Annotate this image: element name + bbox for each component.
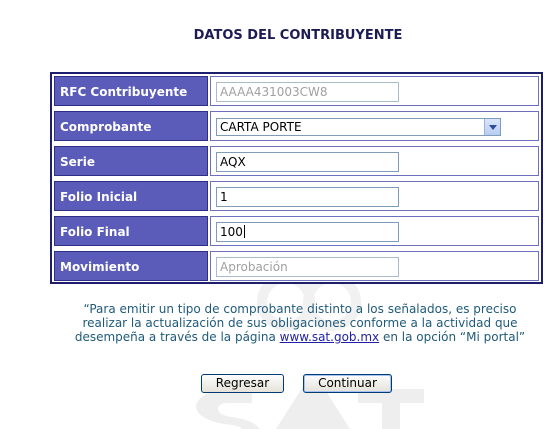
text-caret (243, 225, 245, 238)
rfc-field: AAAA431003CW8 (216, 82, 399, 102)
row-comprobante: Comprobante CARTA PORTE (52, 109, 541, 143)
movimiento-label: Movimiento (54, 251, 208, 281)
folio-inicial-label: Folio Inicial (54, 181, 208, 211)
folio-inicial-input[interactable]: 1 (216, 187, 399, 207)
comprobante-selected-value: CARTA PORTE (220, 120, 302, 134)
regresar-button[interactable]: Regresar (201, 374, 284, 393)
row-folio-final: Folio Final 100 (52, 214, 541, 248)
notice-line-3-after: en la opción “Mi portal” (382, 330, 526, 344)
notice-line-1: “Para emitir un tipo de comprobante dist… (83, 302, 517, 316)
folio-final-input[interactable]: 100 (216, 222, 399, 242)
row-folio-inicial: Folio Inicial 1 (52, 179, 541, 213)
sat-link[interactable]: www.sat.gob.mx (280, 330, 379, 344)
folio-final-value: 100 (220, 225, 243, 239)
notice-line-2: realizar la actualización de sus obligac… (82, 316, 518, 330)
comprobante-select[interactable]: CARTA PORTE (216, 118, 501, 136)
taxpayer-form: RFC Contribuyente AAAA431003CW8 Comproba… (50, 72, 543, 284)
continuar-button[interactable]: Continuar (303, 374, 392, 393)
folio-final-label: Folio Final (54, 216, 208, 246)
comprobante-label: Comprobante (54, 111, 208, 141)
page-title: DATOS DEL CONTRIBUYENTE (193, 28, 403, 43)
movimiento-field: Aprobación (216, 257, 399, 277)
rfc-label: RFC Contribuyente (54, 76, 208, 106)
row-serie: Serie AQX (52, 144, 541, 178)
serie-input[interactable]: AQX (216, 152, 399, 172)
serie-label: Serie (54, 146, 208, 176)
notice-line-3-before: desempeña a través de la página (74, 330, 276, 344)
chevron-down-icon[interactable] (484, 119, 500, 135)
notice-line-3: desempeña a través de la página www.sat.… (40, 330, 560, 344)
row-rfc: RFC Contribuyente AAAA431003CW8 (52, 74, 541, 108)
notice-text: “Para emitir un tipo de comprobante dist… (40, 302, 560, 344)
row-movimiento: Movimiento Aprobación (52, 249, 541, 283)
